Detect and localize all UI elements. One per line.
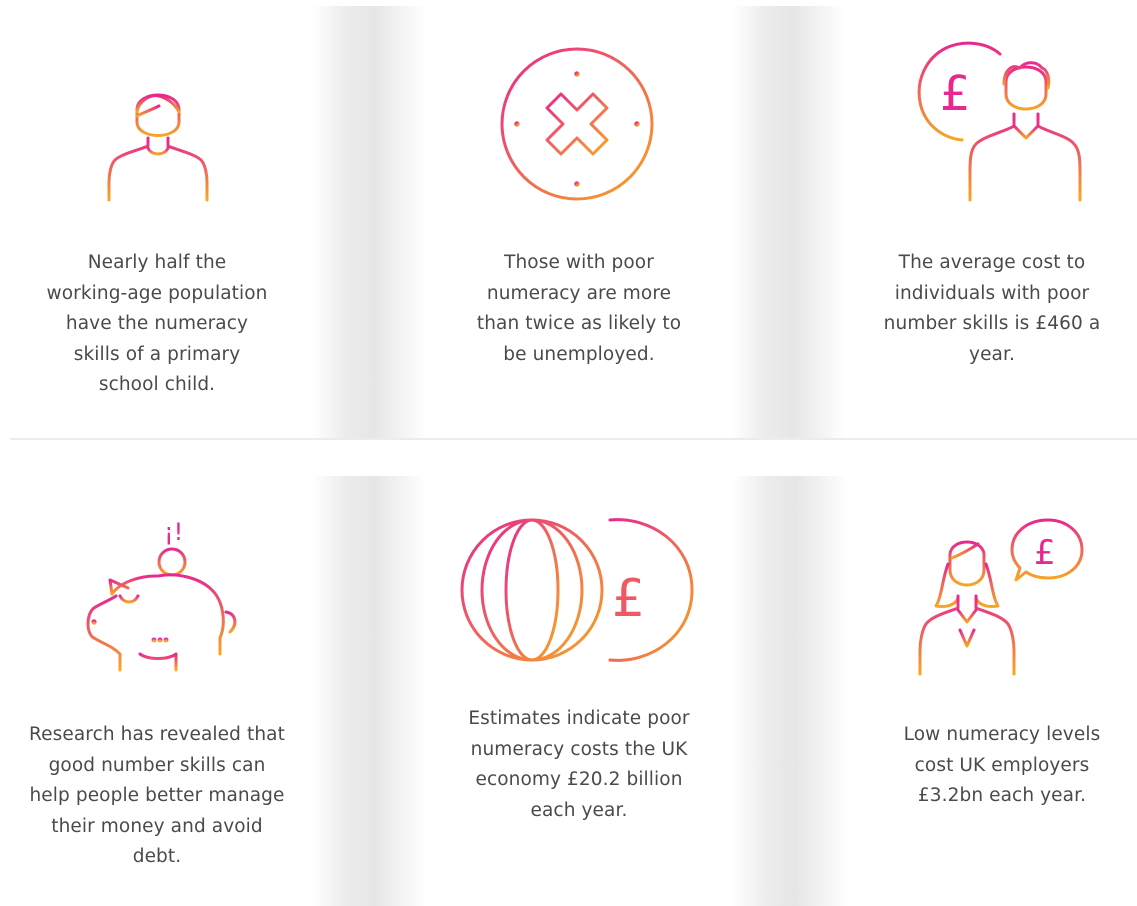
column-gap — [732, 476, 848, 906]
stats-row-top: Nearly half the working-age population h… — [0, 6, 1137, 438]
stat-card: Those with poor numeracy are more than t… — [426, 6, 732, 438]
pound-glyph: £ — [940, 66, 971, 122]
column-gap — [312, 6, 426, 438]
column-gap — [312, 476, 426, 906]
column-gap — [732, 6, 844, 438]
pound-coin-person-icon: £ — [914, 40, 1082, 206]
stat-text: Those with poor numeracy are more than t… — [476, 252, 682, 365]
stat-card: Nearly half the working-age population h… — [0, 6, 312, 438]
person-icon — [103, 82, 213, 206]
stat-text: The average cost to individuals with poo… — [883, 252, 1101, 365]
exclaim-glyph: ¡! — [164, 518, 183, 546]
stat-card: £ Low numeracy levels cost UK employers … — [848, 476, 1137, 906]
pound-glyph: £ — [612, 569, 645, 629]
piggy-bank-icon: ¡! — [76, 514, 240, 674]
stat-text: Nearly half the working-age population h… — [46, 252, 268, 395]
stats-row-bottom: ¡! Research has revealed that good numbe… — [0, 476, 1137, 906]
row-divider — [10, 438, 1137, 440]
stat-text: Low numeracy levels cost UK employers £3… — [903, 724, 1101, 806]
stat-card: £ The average cost to individuals with p… — [844, 6, 1137, 438]
stat-text: Research has revealed that good number s… — [29, 724, 285, 867]
stat-card: ¡! Research has revealed that good numbe… — [0, 476, 312, 906]
woman-speech-pound-icon: £ — [912, 518, 1090, 678]
globe-pound-icon: £ — [460, 512, 698, 668]
stat-text: Estimates indicate poor numeracy costs t… — [468, 708, 690, 821]
cross-circle-icon — [497, 44, 657, 204]
stat-card: £ Estimates indicate poor numeracy costs… — [426, 476, 732, 906]
pound-glyph: £ — [1034, 533, 1056, 573]
